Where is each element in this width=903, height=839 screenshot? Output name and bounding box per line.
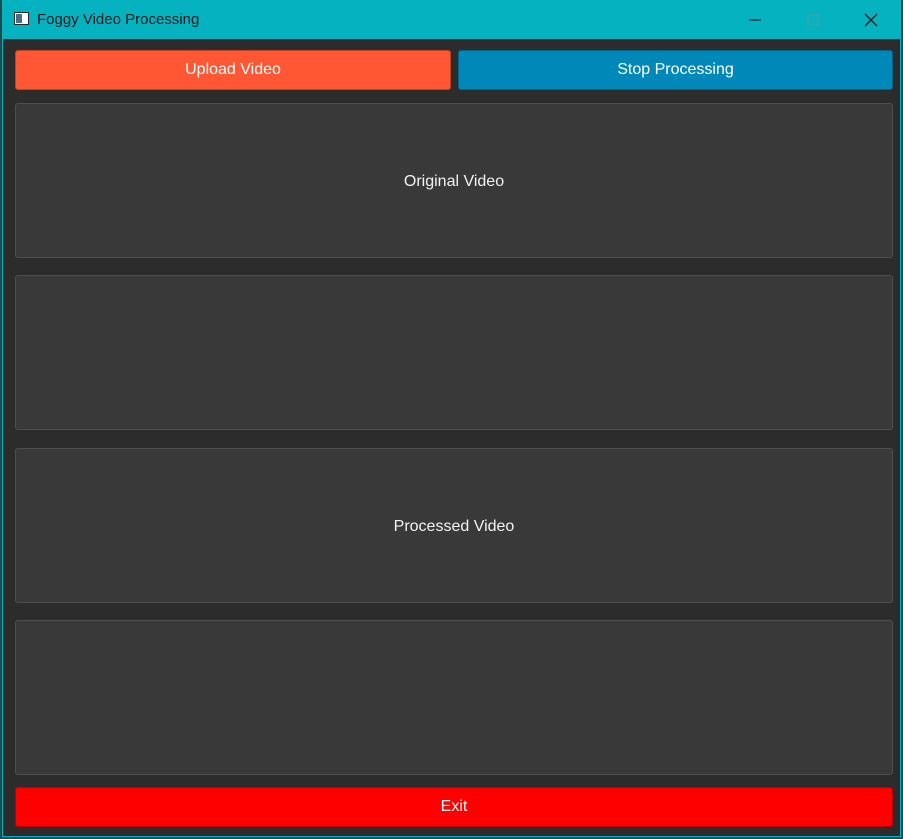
title-bar[interactable]: Foggy Video Processing — [3, 1, 900, 39]
minimize-icon — [749, 19, 761, 21]
close-icon — [864, 13, 878, 27]
original-video-label: Original Video — [403, 173, 505, 190]
processed-video-label: Processed Video — [393, 518, 515, 535]
stop-processing-button[interactable]: Stop Processing — [458, 50, 893, 90]
app-window-icon — [14, 12, 29, 25]
upload-video-button[interactable]: Upload Video — [15, 50, 451, 90]
maximize-button[interactable] — [784, 1, 842, 39]
window-title: Foggy Video Processing — [37, 11, 200, 28]
processed-video-display — [15, 620, 893, 775]
close-button[interactable] — [842, 1, 900, 39]
app-window: Foggy Video Processing Upload Video Stop… — [2, 0, 901, 837]
maximize-icon — [807, 14, 819, 26]
original-video-label-panel: Original Video — [15, 103, 893, 258]
minimize-button[interactable] — [726, 1, 784, 39]
exit-button[interactable]: Exit — [15, 787, 893, 827]
processed-video-label-panel: Processed Video — [15, 448, 893, 603]
original-video-display — [15, 275, 893, 430]
